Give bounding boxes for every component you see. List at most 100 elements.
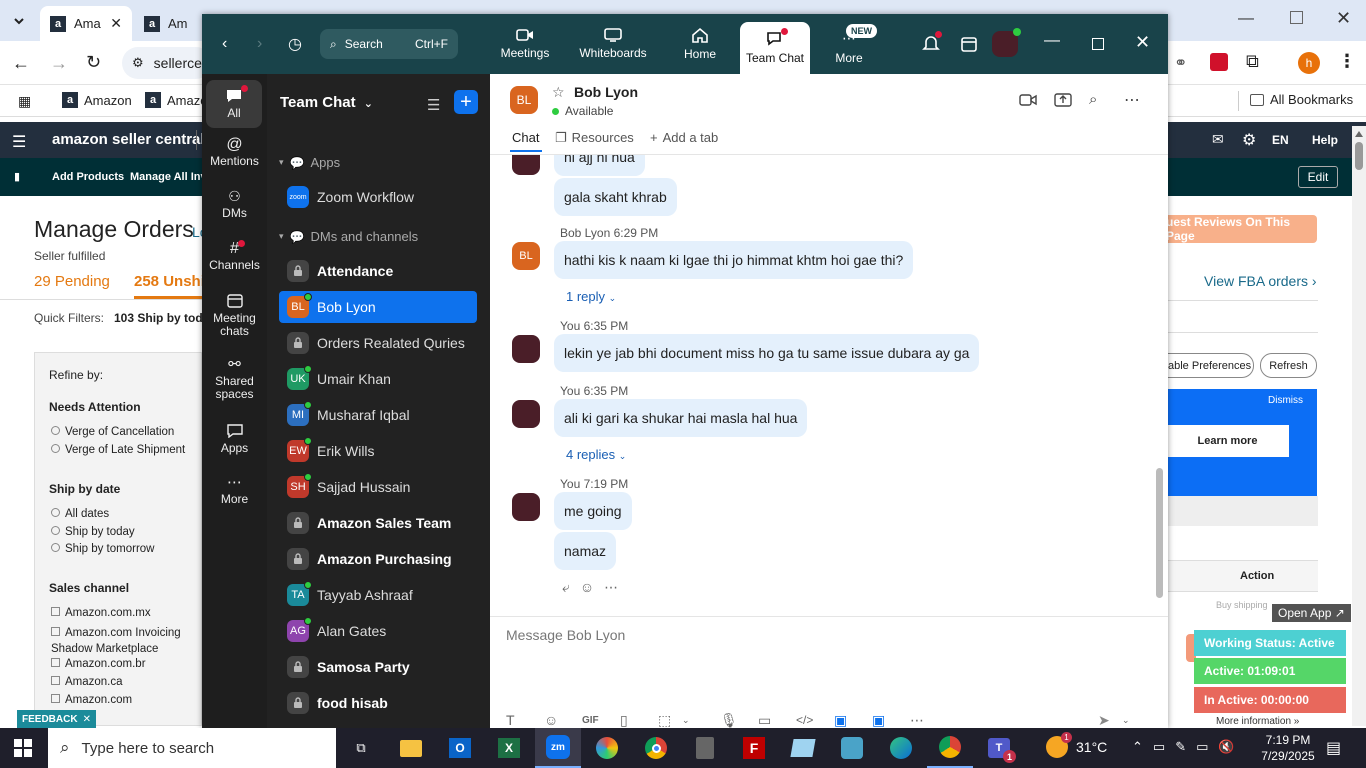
display-icon[interactable]: ▭	[1196, 739, 1208, 755]
forward-arrow-icon[interactable]: →	[50, 53, 68, 74]
thread-replies-link[interactable]: 1 reply ⌄	[566, 289, 616, 304]
filter-option[interactable]: Ship by today	[51, 526, 135, 538]
tab-whiteboards[interactable]: Whiteboards	[572, 14, 654, 74]
back-arrow-icon[interactable]: ‹	[222, 35, 227, 53]
filter-option[interactable]: Verge of Cancellation	[51, 426, 174, 438]
site-info-icon[interactable]: ⚙	[132, 55, 144, 71]
page-scrollbar[interactable]	[1352, 126, 1366, 726]
more-options-icon[interactable]: ⋯	[1124, 90, 1140, 110]
message-bubble[interactable]: gala skaht khrab	[554, 178, 677, 216]
filter-option[interactable]: All dates	[51, 508, 109, 520]
team-chat-dropdown[interactable]: Team Chat ⌄	[280, 94, 373, 111]
message-bubble[interactable]: me going	[554, 492, 632, 530]
window-restore-icon[interactable]	[1290, 11, 1303, 24]
weather-widget[interactable]: 1 31°C	[1046, 732, 1107, 758]
filter-checkbox[interactable]: Amazon.com.br	[51, 658, 146, 670]
network-icon[interactable]: ▭	[1153, 739, 1165, 755]
system-clock[interactable]: 7:19 PM 7/29/2025	[1258, 732, 1318, 764]
address-bar[interactable]: ⚙ sellerce	[122, 47, 212, 79]
contact-name[interactable]: Bob Lyon	[574, 84, 638, 100]
history-clock-icon[interactable]: ◷	[288, 34, 302, 54]
tab-add-a-tab[interactable]: + Add a tab	[650, 130, 718, 145]
filter-checkbox[interactable]: Amazon.com.mx	[51, 607, 151, 619]
learn-more-button[interactable]: Learn more	[1166, 425, 1289, 457]
pdf-extension-icon[interactable]	[1210, 53, 1228, 71]
filter-checkbox[interactable]: Amazon.com	[51, 694, 132, 706]
all-bookmarks-button[interactable]: All Bookmarks	[1250, 92, 1353, 107]
taskbar-search[interactable]: ⌕ Type here to search	[48, 728, 336, 768]
back-arrow-icon[interactable]: ←	[12, 53, 30, 74]
browser-tab[interactable]: a Am	[134, 6, 204, 41]
language-selector[interactable]: EN	[1272, 133, 1289, 147]
channel-item[interactable]: Amazon Purchasing	[279, 543, 477, 575]
code-icon[interactable]: </>	[796, 713, 834, 727]
quick-filter-ship-today[interactable]: 103 Ship by today	[114, 311, 216, 325]
video-call-icon[interactable]	[1019, 94, 1037, 106]
notification-center-icon[interactable]: ▤	[1326, 738, 1341, 758]
view-fba-orders-link[interactable]: View FBA orders ›	[1204, 273, 1317, 289]
channel-item-zoom-workflow[interactable]: zoom Zoom Workflow	[279, 181, 477, 213]
chrome-profile-icon[interactable]	[927, 728, 973, 768]
chevron-down-icon[interactable]: ⌄	[1122, 715, 1136, 726]
close-tab-icon[interactable]: ✕	[110, 15, 122, 32]
channel-item[interactable]: Amazon Sales Team	[279, 507, 477, 539]
screenshot-icon[interactable]: ⬚	[658, 712, 682, 729]
window-close-icon[interactable]: ✕	[1336, 8, 1351, 29]
bookmark-item[interactable]: a Amazo	[145, 92, 207, 108]
rail-shared-spaces[interactable]: ⚯ Shared spaces	[202, 357, 267, 401]
window-minimize-icon[interactable]: —	[1044, 32, 1060, 50]
filter-checkbox[interactable]: Amazon.com Invoicing Shadow Marketplace	[51, 625, 201, 657]
channel-item[interactable]: Samosa Party	[279, 651, 477, 683]
thread-replies-link[interactable]: 4 replies ⌄	[566, 447, 626, 462]
settings-gear-icon[interactable]: ⚙	[1242, 130, 1256, 150]
start-button[interactable]	[0, 728, 46, 768]
add-products-link[interactable]: Add Products	[52, 171, 124, 183]
puzzle-icon[interactable]: ⧉	[1246, 51, 1259, 72]
screen-share-icon[interactable]	[1054, 93, 1072, 107]
tab-meetings[interactable]: Meetings	[492, 14, 558, 74]
channel-item[interactable]: Attendance	[279, 255, 477, 287]
feedback-tab[interactable]: FEEDBACK ✕	[17, 710, 96, 728]
user-avatar[interactable]	[992, 28, 1021, 57]
star-icon[interactable]: ☆	[552, 84, 565, 101]
volume-muted-icon[interactable]: 🔇	[1218, 739, 1234, 755]
zoom-app-icon[interactable]: zm	[535, 728, 581, 768]
text-format-icon[interactable]: T	[506, 712, 544, 728]
channel-item[interactable]: food hisab	[279, 687, 477, 719]
outlook-icon[interactable]: O	[437, 728, 483, 768]
manage-inventory-link[interactable]: Manage All Inv	[130, 171, 207, 183]
search-icon[interactable]: ⌕	[1089, 91, 1097, 108]
contact-avatar[interactable]: BL	[510, 86, 538, 114]
tab-search-button[interactable]	[6, 8, 32, 34]
filezilla-icon[interactable]: F	[731, 728, 777, 768]
calendar-icon[interactable]	[960, 35, 978, 53]
amazon-logo[interactable]: amazon seller central	[52, 131, 205, 148]
more-dots-icon[interactable]: ⋯	[910, 712, 948, 729]
refresh-button[interactable]: Refresh	[1260, 353, 1317, 378]
request-reviews-button[interactable]: uest Reviews On This Page	[1166, 215, 1317, 243]
file-explorer-icon[interactable]	[388, 728, 434, 768]
channel-item[interactable]: EW Erik Wills	[279, 435, 477, 467]
calculator-icon[interactable]	[682, 728, 728, 768]
scrollbar-thumb[interactable]	[1355, 142, 1363, 170]
tab-chat[interactable]: Chat	[512, 130, 539, 145]
scrollbar-thumb[interactable]	[1156, 468, 1163, 598]
edge-icon[interactable]	[878, 728, 924, 768]
gif-button[interactable]: GIF	[582, 715, 620, 726]
microphone-icon[interactable]: 🎙	[720, 712, 758, 729]
search-box[interactable]: ⌕ Search Ctrl+F	[320, 29, 458, 59]
window-minimize-icon[interactable]: —	[1238, 10, 1254, 28]
rail-dms[interactable]: ⚇ DMs	[202, 189, 267, 220]
bookmark-item[interactable]: a Amazon	[62, 92, 132, 108]
new-chat-plus-button[interactable]: +	[454, 90, 478, 114]
hamburger-menu-icon[interactable]: ☰	[12, 132, 26, 152]
channel-item[interactable]: TA Tayyab Ashraaf	[279, 579, 477, 611]
app-icon[interactable]	[780, 728, 826, 768]
send-icon[interactable]: ➤	[1098, 712, 1122, 729]
section-apps[interactable]: ▾ 💬 Apps	[279, 155, 340, 170]
chevron-up-icon[interactable]: ⌃	[1132, 739, 1143, 755]
bookmark-icon[interactable]: ▮	[14, 170, 20, 183]
close-icon[interactable]: ✕	[83, 714, 91, 725]
pending-tab[interactable]: 29 Pending	[34, 273, 110, 290]
edit-button[interactable]: Edit	[1298, 166, 1338, 188]
